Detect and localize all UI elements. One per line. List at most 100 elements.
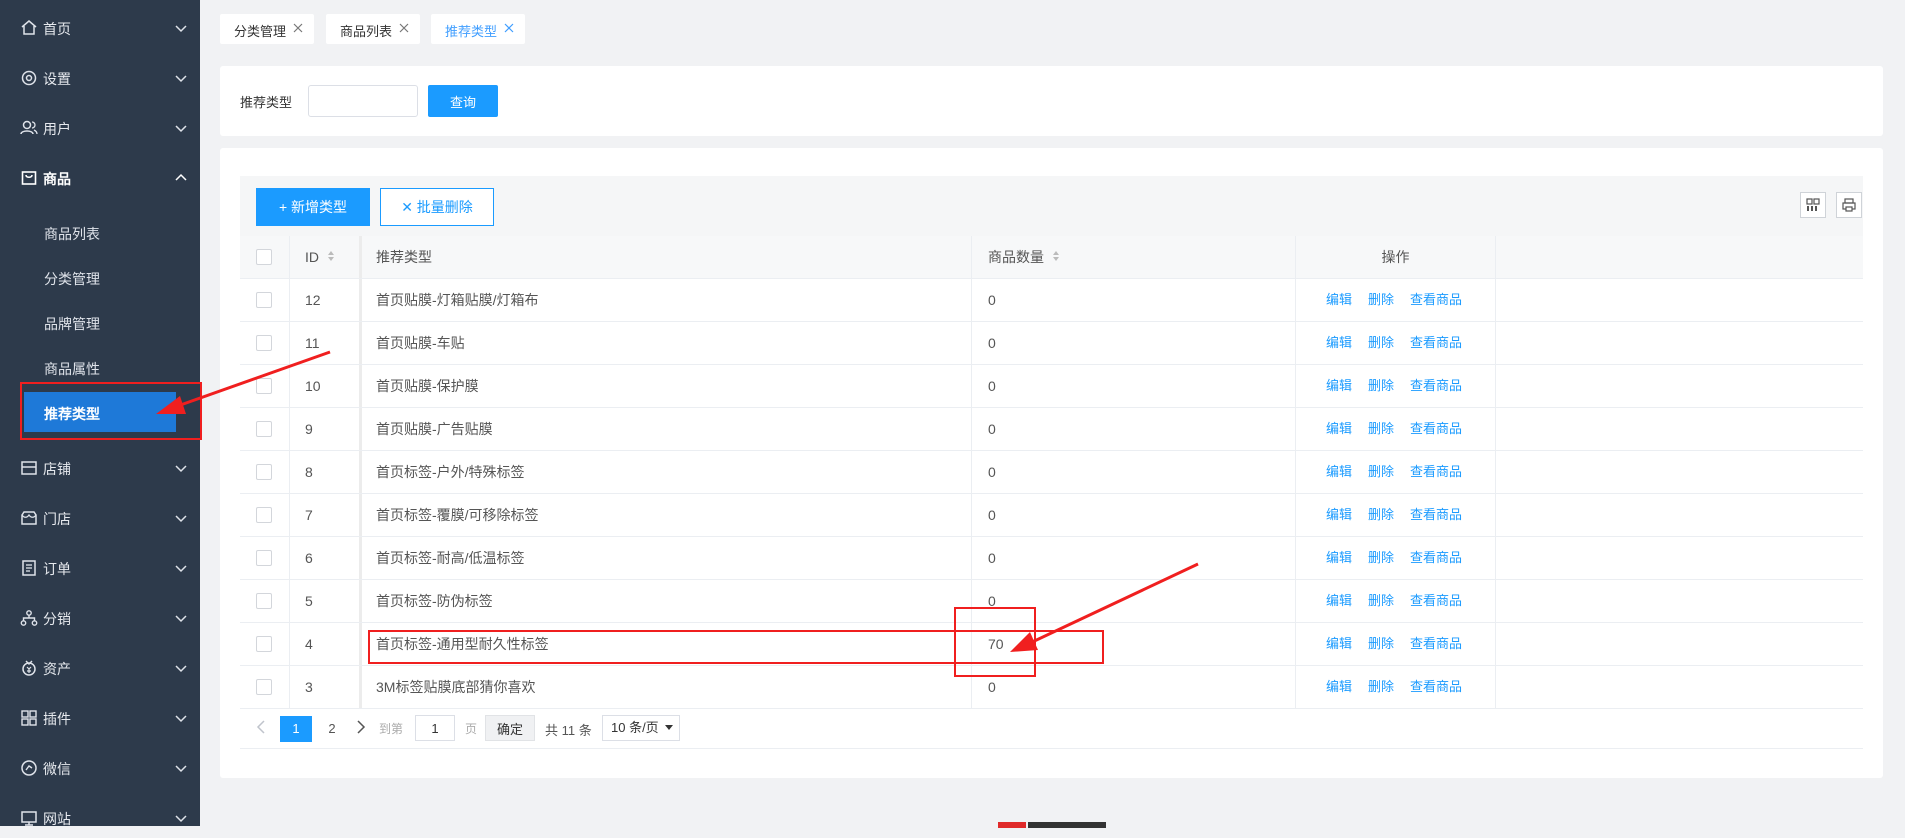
delete-link[interactable]: 删除	[1368, 580, 1394, 622]
nav-label: 设置	[43, 71, 71, 87]
nav-assets[interactable]: 资产	[0, 648, 200, 688]
chevron-down-icon	[175, 615, 187, 623]
tab-product-list[interactable]: 商品列表	[326, 14, 420, 44]
delete-link[interactable]: 删除	[1368, 408, 1394, 450]
nav-settings[interactable]: 设置	[0, 58, 200, 98]
row-checkbox[interactable]	[256, 335, 272, 351]
nav-orders[interactable]: 订单	[0, 548, 200, 588]
edit-link[interactable]: 编辑	[1326, 365, 1352, 407]
goto-confirm-button[interactable]: 确定	[485, 715, 535, 741]
chevron-down-icon	[175, 75, 187, 83]
type-cell: 首页贴膜-保护膜	[362, 365, 972, 407]
search-button[interactable]: 查询	[428, 85, 498, 117]
delete-link[interactable]: 删除	[1368, 279, 1394, 321]
close-icon[interactable]	[503, 22, 515, 34]
ops-cell: 编辑 删除 查看商品	[1296, 537, 1496, 579]
sidebar-item-category[interactable]: 分类管理	[24, 257, 176, 297]
header-id[interactable]: ID	[290, 236, 362, 278]
sidebar-item-brand[interactable]: 品牌管理	[24, 302, 176, 342]
close-icon[interactable]	[398, 22, 410, 34]
delete-link[interactable]: 删除	[1368, 623, 1394, 665]
type-cell: 首页贴膜-广告贴膜	[362, 408, 972, 450]
table-row: 10 首页贴膜-保护膜 0 编辑 删除 查看商品	[240, 365, 1863, 408]
close-icon[interactable]	[292, 22, 304, 34]
page-button-1[interactable]: 1	[280, 716, 312, 742]
row-checkbox[interactable]	[256, 378, 272, 394]
nav-products[interactable]: 商品	[0, 158, 200, 198]
nav-website[interactable]: 网站	[0, 798, 200, 838]
view-products-link[interactable]: 查看商品	[1410, 322, 1462, 364]
nav-shop[interactable]: 店铺	[0, 448, 200, 488]
type-cell: 首页贴膜-车贴	[362, 322, 972, 364]
delete-link[interactable]: 删除	[1368, 451, 1394, 493]
tab-label: 推荐类型	[445, 24, 498, 39]
delete-link[interactable]: 删除	[1368, 494, 1394, 536]
edit-link[interactable]: 编辑	[1326, 580, 1352, 622]
print-icon[interactable]	[1836, 192, 1862, 218]
view-products-link[interactable]: 查看商品	[1410, 279, 1462, 321]
edit-link[interactable]: 编辑	[1326, 494, 1352, 536]
settings-icon	[21, 70, 37, 86]
nav-wechat[interactable]: 微信	[0, 748, 200, 788]
view-products-link[interactable]: 查看商品	[1410, 494, 1462, 536]
view-products-link[interactable]: 查看商品	[1410, 580, 1462, 622]
edit-link[interactable]: 编辑	[1326, 279, 1352, 321]
view-products-link[interactable]: 查看商品	[1410, 451, 1462, 493]
chevron-left-icon[interactable]	[254, 718, 270, 736]
row-check-cell	[240, 451, 290, 493]
edit-link[interactable]: 编辑	[1326, 322, 1352, 364]
view-products-link[interactable]: 查看商品	[1410, 537, 1462, 579]
edit-link[interactable]: 编辑	[1326, 408, 1352, 450]
chevron-right-icon[interactable]	[352, 718, 368, 736]
header-count[interactable]: 商品数量	[972, 236, 1296, 278]
type-cell: 3M标签贴膜底部猜你喜欢	[362, 666, 972, 708]
ops-cell: 编辑 删除 查看商品	[1296, 580, 1496, 622]
row-checkbox[interactable]	[256, 507, 272, 523]
tab-recommend-type[interactable]: 推荐类型	[431, 14, 525, 44]
chevron-up-icon	[175, 173, 187, 181]
page-button-2[interactable]: 2	[320, 716, 344, 742]
sidebar-item-attribute[interactable]: 商品属性	[24, 347, 176, 387]
row-checkbox[interactable]	[256, 550, 272, 566]
delete-link[interactable]: 删除	[1368, 365, 1394, 407]
column-filter-icon[interactable]	[1800, 192, 1826, 218]
nav-label: 用户	[43, 121, 71, 137]
sidebar-item-product-list[interactable]: 商品列表	[24, 212, 176, 252]
row-checkbox[interactable]	[256, 292, 272, 308]
count-cell: 0	[972, 666, 1296, 708]
search-input[interactable]	[308, 85, 418, 117]
goto-page-input[interactable]	[415, 715, 455, 741]
tab-category[interactable]: 分类管理	[220, 14, 314, 44]
view-products-link[interactable]: 查看商品	[1410, 623, 1462, 665]
add-type-button[interactable]: + 新增类型	[256, 188, 370, 226]
view-products-link[interactable]: 查看商品	[1410, 408, 1462, 450]
sidebar-item-recommend-type[interactable]: 推荐类型	[24, 392, 176, 432]
sort-icon	[328, 251, 334, 262]
view-products-link[interactable]: 查看商品	[1410, 365, 1462, 407]
row-checkbox[interactable]	[256, 464, 272, 480]
edit-link[interactable]: 编辑	[1326, 451, 1352, 493]
nav-home[interactable]: 首页	[0, 8, 200, 48]
nav-store[interactable]: 门店	[0, 498, 200, 538]
nav-plugins[interactable]: 插件	[0, 698, 200, 738]
delete-link[interactable]: 删除	[1368, 666, 1394, 708]
row-checkbox[interactable]	[256, 421, 272, 437]
edit-link[interactable]: 编辑	[1326, 623, 1352, 665]
select-all-checkbox[interactable]	[256, 249, 272, 265]
delete-link[interactable]: 删除	[1368, 322, 1394, 364]
header-id-label: ID	[305, 249, 319, 265]
row-checkbox[interactable]	[256, 679, 272, 695]
sub-item-label: 商品属性	[44, 361, 100, 377]
batch-delete-button[interactable]: ✕ 批量删除	[380, 188, 494, 226]
view-products-link[interactable]: 查看商品	[1410, 666, 1462, 708]
per-page-select[interactable]: 10 条/页	[602, 715, 680, 741]
plugin-icon	[21, 710, 37, 726]
row-checkbox[interactable]	[256, 636, 272, 652]
delete-link[interactable]: 删除	[1368, 537, 1394, 579]
row-checkbox[interactable]	[256, 593, 272, 609]
edit-link[interactable]: 编辑	[1326, 537, 1352, 579]
nav-distribution[interactable]: 分销	[0, 598, 200, 638]
count-cell: 0	[972, 451, 1296, 493]
nav-users[interactable]: 用户	[0, 108, 200, 148]
edit-link[interactable]: 编辑	[1326, 666, 1352, 708]
